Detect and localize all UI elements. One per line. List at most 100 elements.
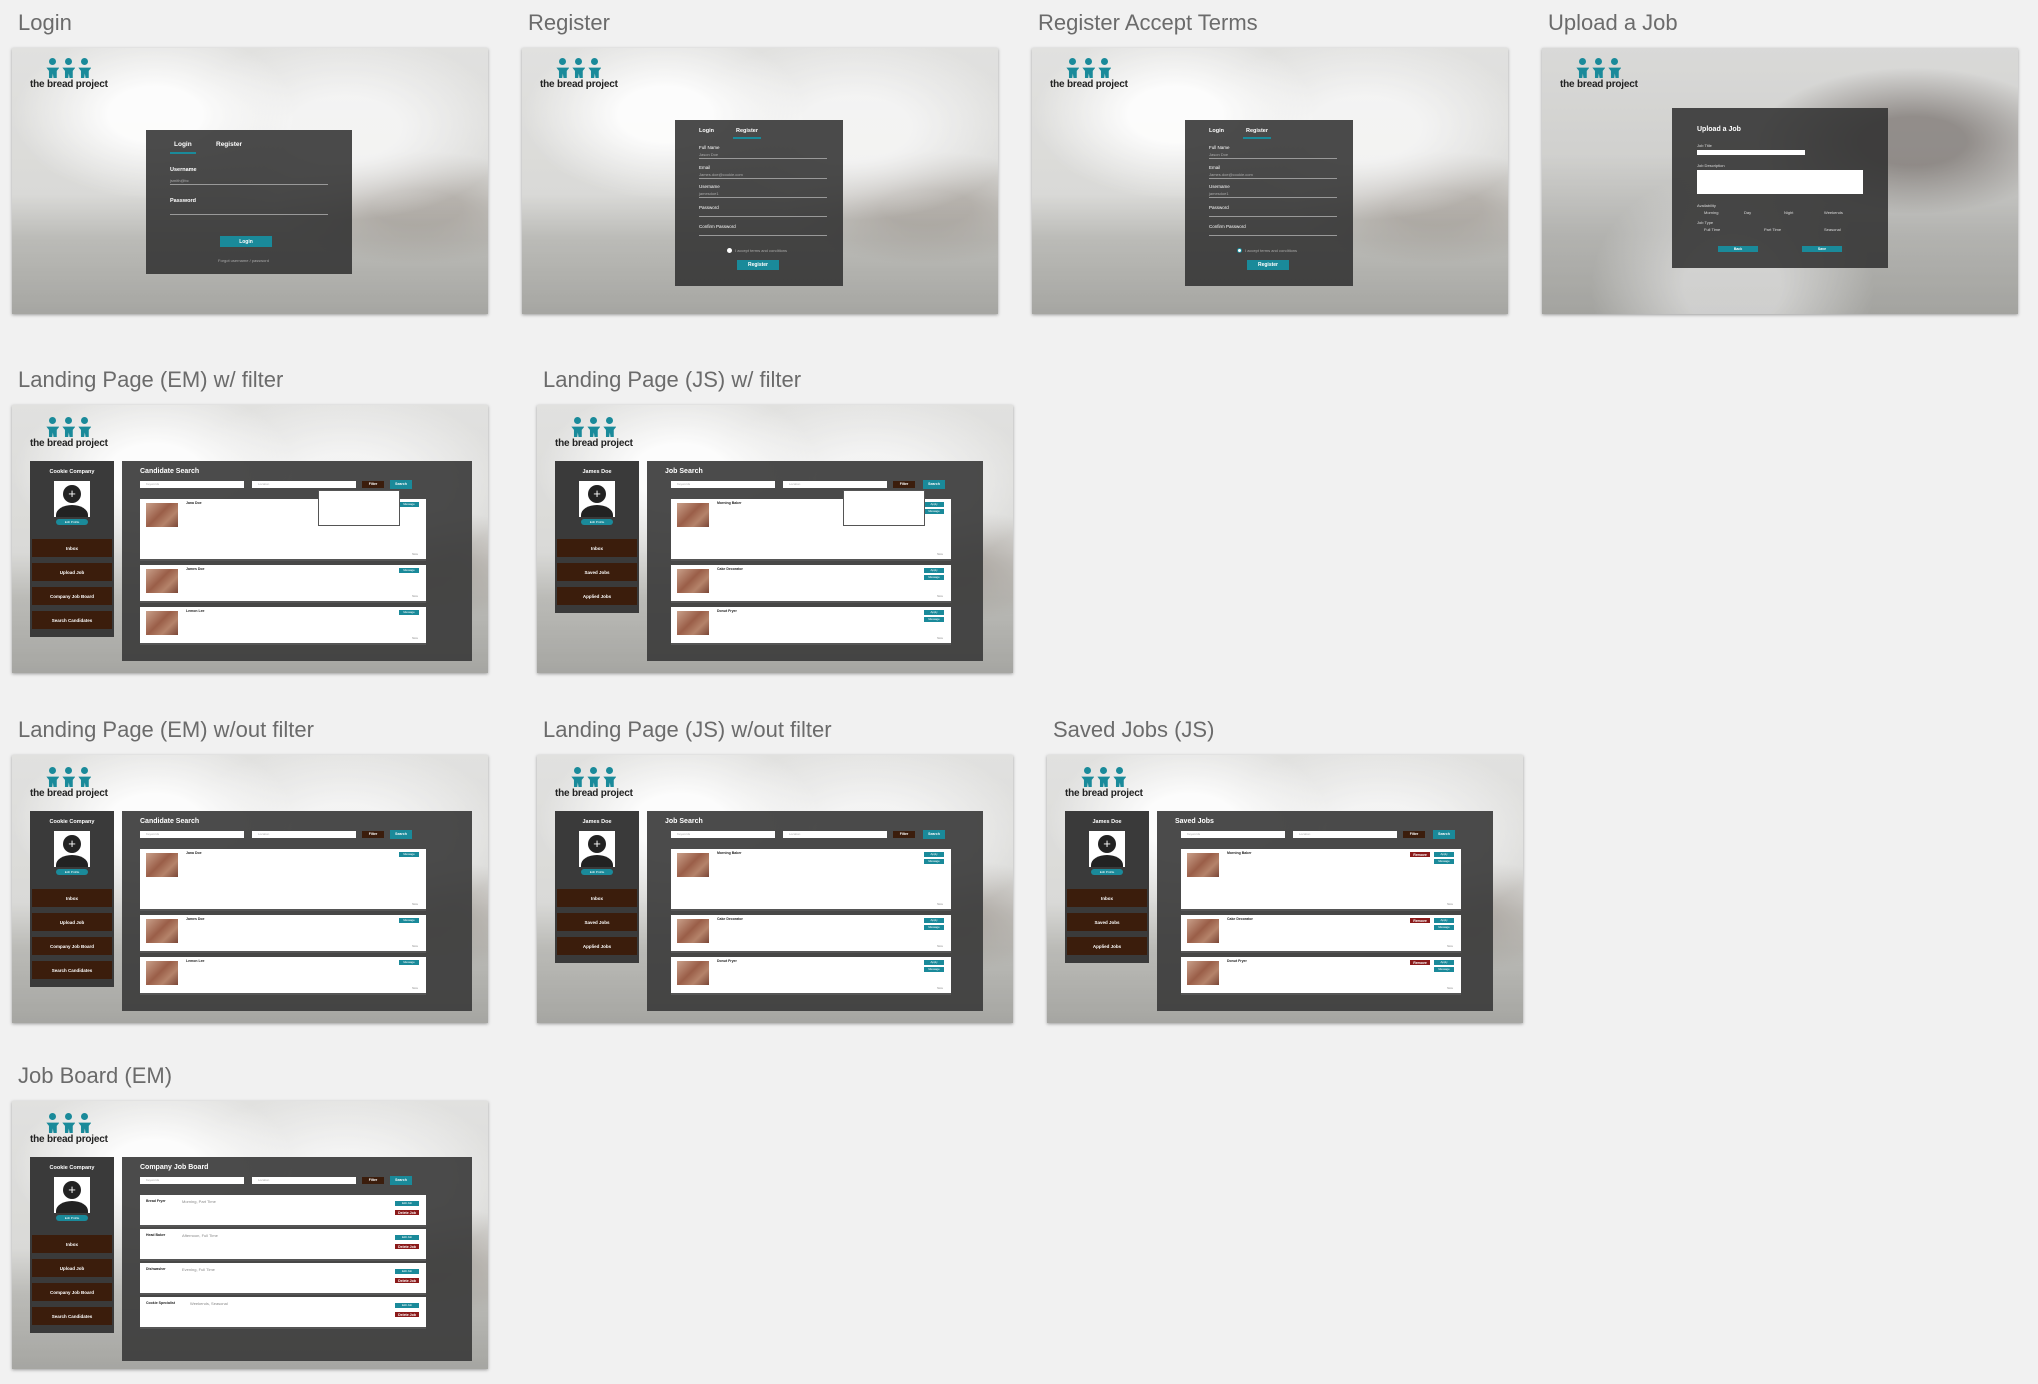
avail-morning[interactable]: Morning	[1704, 210, 1718, 215]
more-link[interactable]: More	[412, 987, 418, 990]
tab-register[interactable]: Register	[736, 128, 758, 134]
message-button[interactable]: Message	[924, 509, 944, 514]
sidebar-item-applied-jobs[interactable]: Applied Jobs	[557, 937, 637, 955]
avatar[interactable]: +	[54, 1177, 90, 1213]
location-input[interactable]: Location	[1293, 831, 1397, 838]
message-button[interactable]: Message	[1434, 859, 1454, 864]
type-seasonal[interactable]: Seasonal	[1824, 227, 1841, 232]
search-button[interactable]: Search	[1433, 830, 1455, 839]
fullname-field[interactable]: Jason Doe	[1209, 152, 1228, 157]
job-row[interactable]: Head Baker Afternoon, Full Time Edit Job…	[140, 1229, 426, 1261]
filter-dropdown[interactable]	[318, 490, 400, 526]
more-link[interactable]: More	[1447, 903, 1453, 906]
apply-button[interactable]: Apply	[924, 502, 944, 507]
apply-button[interactable]: Apply	[1434, 960, 1454, 965]
remove-button[interactable]: Remove	[1410, 918, 1430, 923]
artboard-saved-jobs[interactable]: Saved Jobs (JS) the bread project James …	[1047, 717, 1523, 1023]
username-field[interactable]: jamesdoe1	[699, 191, 719, 196]
more-link[interactable]: More	[937, 637, 943, 640]
password-field[interactable]	[699, 216, 827, 217]
sidebar-item-saved-jobs[interactable]: Saved Jobs	[557, 563, 637, 581]
more-link[interactable]: More	[412, 903, 418, 906]
more-link[interactable]: More	[412, 595, 418, 598]
artboard-landing-em-nofilter[interactable]: Landing Page (EM) w/out filter the bread…	[12, 717, 488, 1023]
apply-button[interactable]: Apply	[924, 568, 944, 573]
username-field[interactable]: jsmith@bc	[170, 178, 189, 183]
type-full-time[interactable]: Full Time	[1704, 227, 1720, 232]
confirm-field[interactable]	[1209, 235, 1337, 236]
artboard-register-accept[interactable]: Register Accept Terms the bread project …	[1032, 10, 1508, 314]
more-link[interactable]: More	[937, 903, 943, 906]
artboard-landing-em-filter[interactable]: Landing Page (EM) w/ filter the bread pr…	[12, 367, 488, 673]
avatar[interactable]: +	[54, 481, 90, 517]
candidate-card[interactable]: Lemon Lee Message More	[140, 957, 426, 995]
sidebar-item-inbox[interactable]: Inbox	[1067, 889, 1147, 907]
message-button[interactable]: Message	[399, 918, 419, 923]
more-link[interactable]: More	[412, 553, 418, 556]
job-card[interactable]: Donut Fryer Remove Apply Message More	[1181, 957, 1461, 995]
job-card[interactable]: Cake Decorator Remove Apply Message More	[1181, 915, 1461, 953]
sidebar-item-search-candidates[interactable]: Search Candidates	[32, 961, 112, 979]
delete-job-button[interactable]: Delete Job	[395, 1244, 419, 1249]
sidebar-item-company-job-board[interactable]: Company Job Board	[32, 937, 112, 955]
keywords-input[interactable]: Keywords	[140, 481, 244, 488]
sidebar-item-inbox[interactable]: Inbox	[32, 889, 112, 907]
job-row[interactable]: Dishwasher Evening, Full Time Edit Job D…	[140, 1263, 426, 1295]
more-link[interactable]: More	[937, 945, 943, 948]
save-button[interactable]: Save	[1802, 246, 1842, 252]
location-input[interactable]: Location	[252, 831, 356, 838]
edit-job-button[interactable]: Edit Job	[395, 1235, 419, 1240]
filter-button[interactable]: Filter	[362, 1177, 384, 1184]
apply-button[interactable]: Apply	[1434, 918, 1454, 923]
remove-button[interactable]: Remove	[1410, 960, 1430, 965]
more-link[interactable]: More	[412, 637, 418, 640]
tab-login[interactable]: Login	[699, 128, 714, 134]
job-row[interactable]: Bread Fryer Morning, Part Time Edit Job …	[140, 1195, 426, 1227]
register-button[interactable]: Register	[1247, 260, 1289, 270]
filter-button[interactable]: Filter	[362, 831, 384, 838]
candidate-card[interactable]: Jana Doe Message More	[140, 849, 426, 911]
delete-job-button[interactable]: Delete Job	[395, 1278, 419, 1283]
artboard-job-board[interactable]: Job Board (EM) the bread project Cookie …	[12, 1063, 488, 1369]
avatar[interactable]: +	[1089, 831, 1125, 867]
tab-register[interactable]: Register	[1246, 128, 1268, 134]
avatar[interactable]: +	[54, 831, 90, 867]
avail-night[interactable]: Night	[1784, 210, 1793, 215]
more-link[interactable]: More	[937, 553, 943, 556]
message-button[interactable]: Message	[1434, 967, 1454, 972]
more-link[interactable]: More	[1447, 987, 1453, 990]
sidebar-item-saved-jobs[interactable]: Saved Jobs	[557, 913, 637, 931]
apply-button[interactable]: Apply	[1434, 852, 1454, 857]
type-part-time[interactable]: Part Time	[1764, 227, 1781, 232]
avail-weekends[interactable]: Weekends	[1824, 210, 1843, 215]
login-button[interactable]: Login	[220, 236, 272, 247]
password-field[interactable]	[170, 214, 328, 215]
delete-job-button[interactable]: Delete Job	[395, 1312, 419, 1317]
sidebar-item-inbox[interactable]: Inbox	[32, 1235, 112, 1253]
search-button[interactable]: Search	[923, 830, 945, 839]
sidebar-item-upload-job[interactable]: Upload Job	[32, 913, 112, 931]
search-button[interactable]: Search	[923, 480, 945, 489]
job-card[interactable]: Cake Decorator Apply Message More	[671, 565, 951, 603]
terms-radio-selected[interactable]	[1237, 248, 1242, 253]
apply-button[interactable]: Apply	[924, 918, 944, 923]
edit-profile-button[interactable]: Edit Profile	[56, 869, 88, 875]
sidebar-item-company-job-board[interactable]: Company Job Board	[32, 1283, 112, 1301]
password-field[interactable]	[1209, 216, 1337, 217]
avatar[interactable]: +	[579, 481, 615, 517]
message-button[interactable]: Message	[399, 852, 419, 857]
job-row[interactable]: Cookie Specialist Weekends, Seasonal Edi…	[140, 1297, 426, 1329]
location-input[interactable]: Location	[783, 481, 887, 488]
fullname-field[interactable]: Jason Doe	[699, 152, 718, 157]
edit-profile-button[interactable]: Edit Profile	[1091, 869, 1123, 875]
back-button[interactable]: Back	[1718, 246, 1758, 252]
edit-job-button[interactable]: Edit Job	[395, 1303, 419, 1308]
message-button[interactable]: Message	[399, 502, 419, 507]
tab-login[interactable]: Login	[174, 141, 192, 148]
keywords-input[interactable]: Keywords	[1181, 831, 1285, 838]
job-card[interactable]: Cake Decorator Apply Message More	[671, 915, 951, 953]
artboard-landing-js-nofilter[interactable]: Landing Page (JS) w/out filter the bread…	[537, 717, 1013, 1023]
message-button[interactable]: Message	[924, 617, 944, 622]
sidebar-item-inbox[interactable]: Inbox	[557, 889, 637, 907]
artboard-landing-js-filter[interactable]: Landing Page (JS) w/ filter the bread pr…	[537, 367, 1013, 673]
